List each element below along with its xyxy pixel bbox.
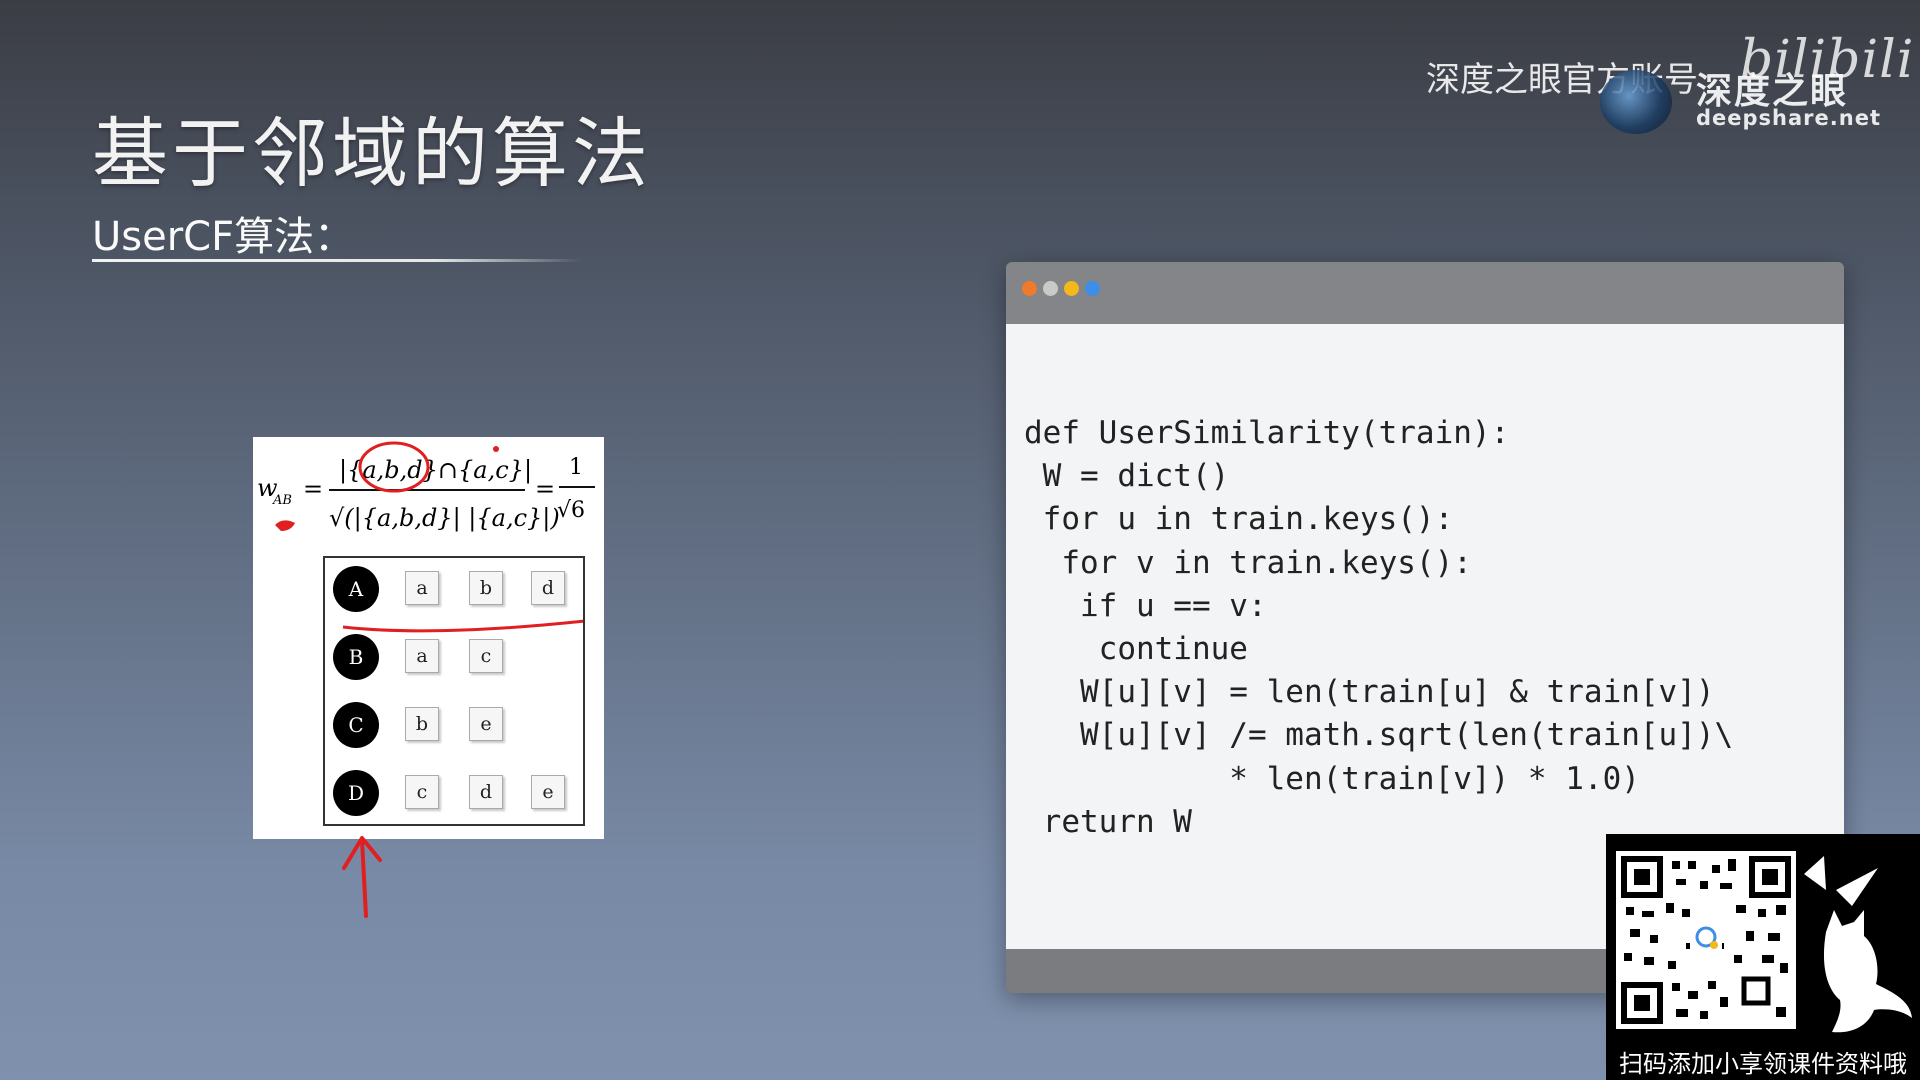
code-line: continue: [1024, 630, 1248, 667]
code-line: W[u][v] = len(train[u] & train[v]): [1024, 674, 1715, 711]
user-item-table: A a b d B a c C b e D c d e: [323, 556, 585, 826]
user-node: C: [333, 702, 379, 748]
formula-denominator: √(|{a,b,d}| |{a,c}|): [329, 504, 560, 533]
code-line: def UserSimilarity(train):: [1024, 415, 1510, 451]
user-row-a: A a b d: [325, 561, 583, 613]
code-line: if u == v:: [1024, 587, 1267, 624]
item-box: a: [405, 571, 439, 605]
result-numerator: 1: [569, 455, 583, 480]
item-box: e: [469, 707, 503, 741]
code-line: for u in train.keys():: [1024, 501, 1454, 538]
user-node: A: [333, 566, 379, 612]
promo-caption: 扫码添加小享领课件资料哦: [1619, 1050, 1907, 1078]
result-denominator: √6: [557, 498, 585, 523]
user-row-b: B a c: [325, 629, 583, 681]
annotation-scribble: [275, 520, 295, 531]
code-line: W[u][v] /= math.sqrt(len(train[u])\: [1024, 717, 1734, 754]
user-node: D: [333, 770, 379, 816]
slide-title: 基于邻域的算法: [92, 109, 652, 198]
window-dot-icon: [1022, 281, 1037, 296]
item-box: b: [405, 707, 439, 741]
watermark-url: deepshare.net: [1696, 106, 1881, 130]
code-line: for v in train.keys():: [1024, 544, 1472, 581]
formula-equals-2: =: [535, 475, 555, 503]
subtitle-underline: [92, 259, 582, 262]
code-block: def UserSimilarity(train): W = dict() fo…: [1024, 412, 1733, 844]
item-box: a: [405, 639, 439, 673]
user-row-c: C b e: [325, 697, 583, 749]
code-line: W = dict(): [1024, 458, 1230, 495]
item-box: c: [469, 639, 503, 673]
window-dot-icon: [1043, 281, 1058, 296]
brand-logo-icon: [1600, 70, 1672, 134]
cat-mascot-icon: [1804, 856, 1912, 1033]
promo-qr-card[interactable]: 扫码添加小享领课件资料哦: [1606, 834, 1920, 1080]
item-box: e: [531, 775, 565, 809]
window-dot-icon: [1064, 281, 1079, 296]
window-dot-icon: [1085, 281, 1100, 296]
annotation-arrow-icon: [342, 836, 382, 918]
item-box: b: [469, 571, 503, 605]
item-box: c: [405, 775, 439, 809]
user-node: B: [333, 634, 379, 680]
code-line: * len(train[v]) * 1.0): [1024, 760, 1640, 797]
similarity-formula-figure: w AB = |{a,b,d}∩{a,c}| √(|{a,b,d}| |{a,c…: [253, 437, 604, 839]
formula-lhs-subscript: AB: [272, 493, 292, 508]
item-box: d: [531, 571, 565, 605]
annotation-dot: [493, 446, 499, 452]
user-row-d: D c d e: [325, 765, 583, 817]
slide-subtitle: UserCF算法：: [92, 214, 355, 260]
qr-code-icon[interactable]: [1616, 851, 1796, 1029]
bilibili-logo: bilibili: [1740, 30, 1915, 90]
formula-equals: =: [303, 475, 323, 503]
qr-pattern: [1621, 856, 1791, 1024]
item-box: d: [469, 775, 503, 809]
